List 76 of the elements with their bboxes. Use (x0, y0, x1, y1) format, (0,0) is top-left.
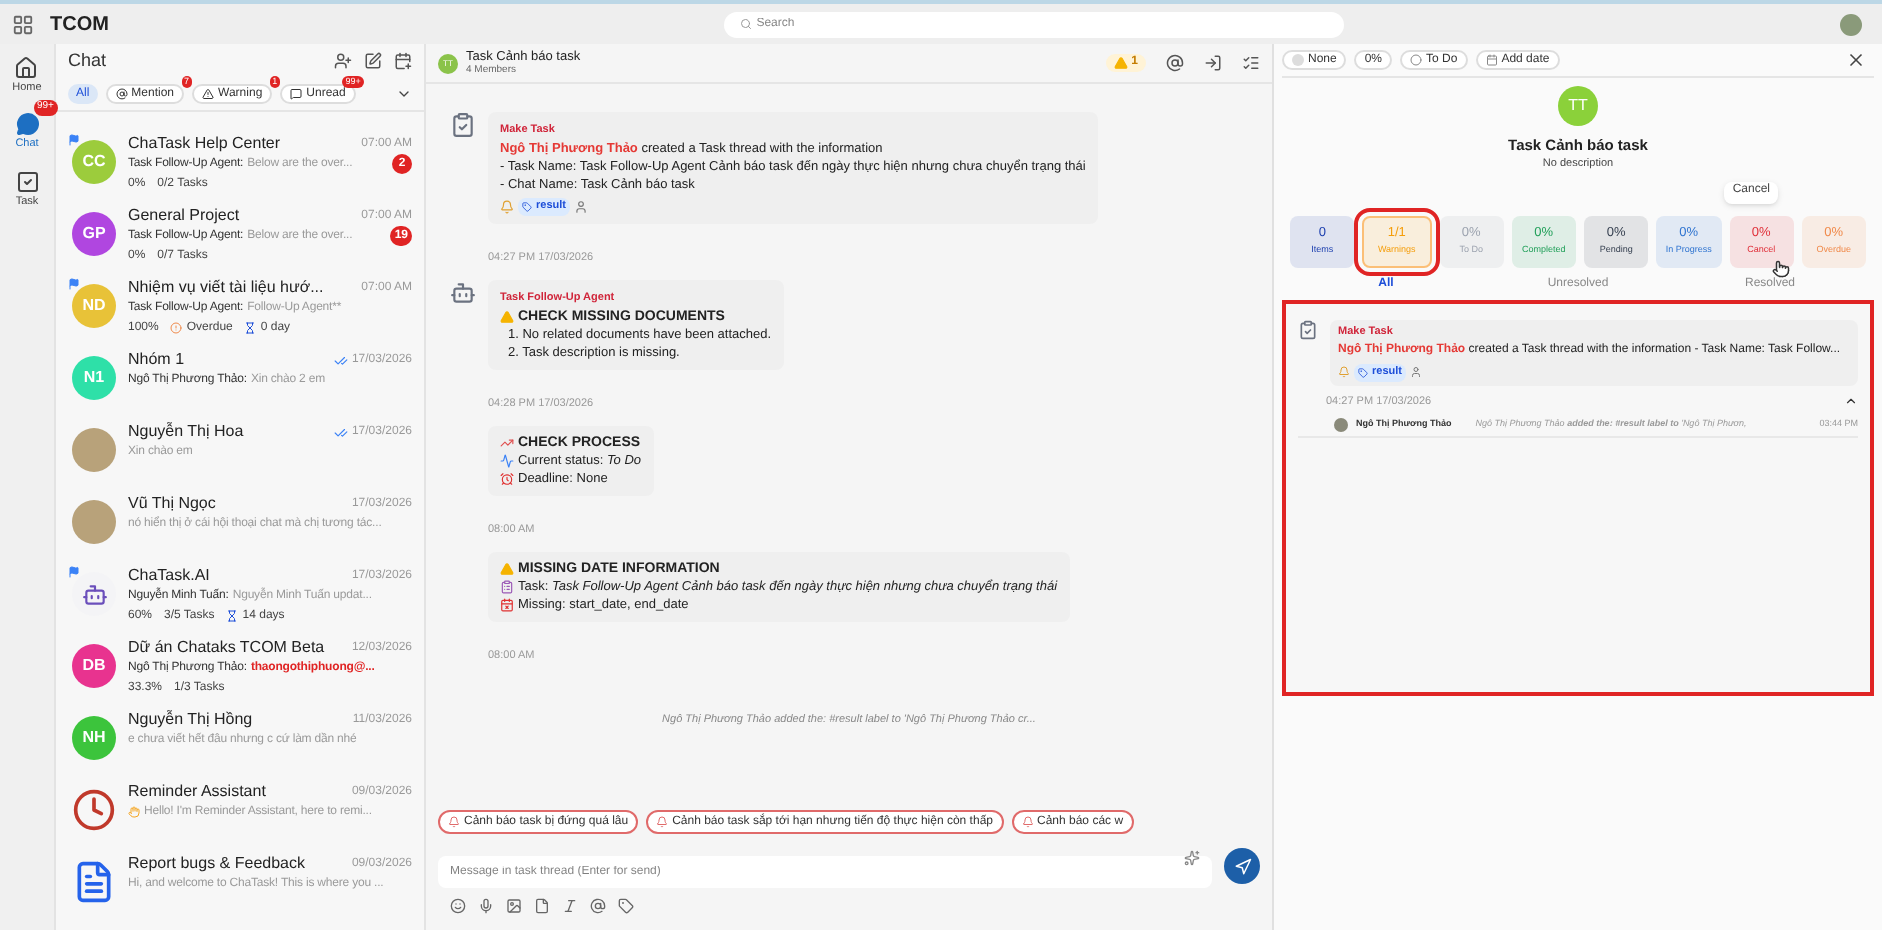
bell-icon (1021, 816, 1033, 828)
send-icon (1233, 857, 1251, 875)
send-button[interactable] (1224, 848, 1260, 884)
bell-icon (448, 816, 460, 828)
chat-name[interactable]: ChaTask Help Center (128, 134, 281, 154)
chat-name[interactable]: Nhóm 1 (128, 350, 185, 370)
bell-icon (656, 816, 669, 828)
avatar: ND (72, 284, 116, 328)
app-grid-icon[interactable] (12, 13, 34, 35)
bell-icon (1338, 366, 1350, 378)
image-icon[interactable] (506, 898, 522, 914)
collapse-icon[interactable] (1844, 394, 1858, 409)
sparkle-icon[interactable] (1184, 850, 1200, 866)
task-icon (450, 112, 476, 138)
tag-icon (522, 202, 532, 212)
avatar: N1 (72, 356, 116, 400)
hourglass-icon (244, 322, 257, 334)
pointer-cursor-icon (1772, 259, 1790, 277)
warning-icon (500, 310, 514, 324)
chat-name[interactable]: Nhiệm vụ viết tài liệu hướ... (128, 278, 324, 298)
mention-icon[interactable] (1166, 54, 1184, 72)
chat-name[interactable]: Vũ Thị Ngọc (128, 494, 216, 514)
avatar-photo-placeholder (1334, 417, 1348, 432)
close-icon[interactable] (1846, 50, 1866, 70)
microphone-icon[interactable] (478, 898, 494, 914)
chat-name[interactable]: Nguyễn Thị Hồng (128, 710, 253, 730)
avatar: NH (72, 716, 116, 760)
mention-icon[interactable] (590, 898, 606, 914)
calendar-add-icon[interactable] (394, 52, 412, 70)
chat-name[interactable]: General Project (128, 206, 240, 226)
bot-icon (450, 280, 476, 306)
avatar: CC (72, 140, 116, 184)
warning-icon (500, 562, 514, 576)
task-avatar: TT (1558, 86, 1598, 126)
waving-hand-icon (128, 806, 140, 818)
home-icon (14, 56, 39, 80)
warning-icon (202, 88, 215, 100)
emoji-icon[interactable] (450, 898, 466, 914)
at-sign-icon (115, 88, 128, 100)
avatar: DB (72, 644, 116, 688)
chat-bubble-icon (15, 112, 39, 137)
bell-icon (500, 200, 514, 214)
warning-icon (1113, 56, 1128, 70)
chart-icon (500, 454, 514, 468)
chat-name[interactable]: ChaTask.AI (128, 566, 210, 586)
chat-name[interactable]: Nguyễn Thị Hoa (128, 422, 244, 442)
checklist-icon[interactable] (1242, 54, 1260, 72)
calendar-icon (500, 598, 514, 612)
add-user-icon[interactable] (334, 52, 352, 70)
avatar: GP (72, 212, 116, 256)
panel-title: Chat (68, 47, 107, 74)
clipboard-icon (500, 580, 514, 594)
search-icon (740, 18, 753, 30)
chat-name[interactable]: Dữ án Chataks TCOM Beta (128, 638, 325, 658)
italic-icon[interactable] (562, 898, 578, 914)
chat-name[interactable]: Report bugs & Feedback (128, 854, 305, 874)
tag-icon[interactable] (618, 898, 634, 914)
chat-name[interactable]: Reminder Assistant (128, 782, 266, 802)
calendar-icon (1485, 54, 1498, 66)
user-icon (573, 200, 588, 214)
alert-icon (170, 322, 183, 334)
user-avatar-photo-placeholder[interactable] (1840, 13, 1862, 35)
user-icon (1409, 366, 1422, 378)
app-name: TCOM (50, 11, 109, 39)
hourglass-icon (226, 610, 239, 622)
chevron-down-icon[interactable] (396, 86, 412, 102)
compose-icon[interactable] (364, 52, 382, 70)
circle-icon (1410, 54, 1423, 66)
tag-icon (1358, 367, 1368, 377)
trend-chart-icon (500, 436, 514, 450)
file-icon[interactable] (534, 898, 550, 914)
alarm-clock-icon (500, 472, 514, 486)
message-icon (290, 88, 303, 100)
exit-icon[interactable] (1204, 54, 1222, 72)
checkbox-icon (15, 169, 39, 193)
task-icon (1298, 319, 1318, 339)
